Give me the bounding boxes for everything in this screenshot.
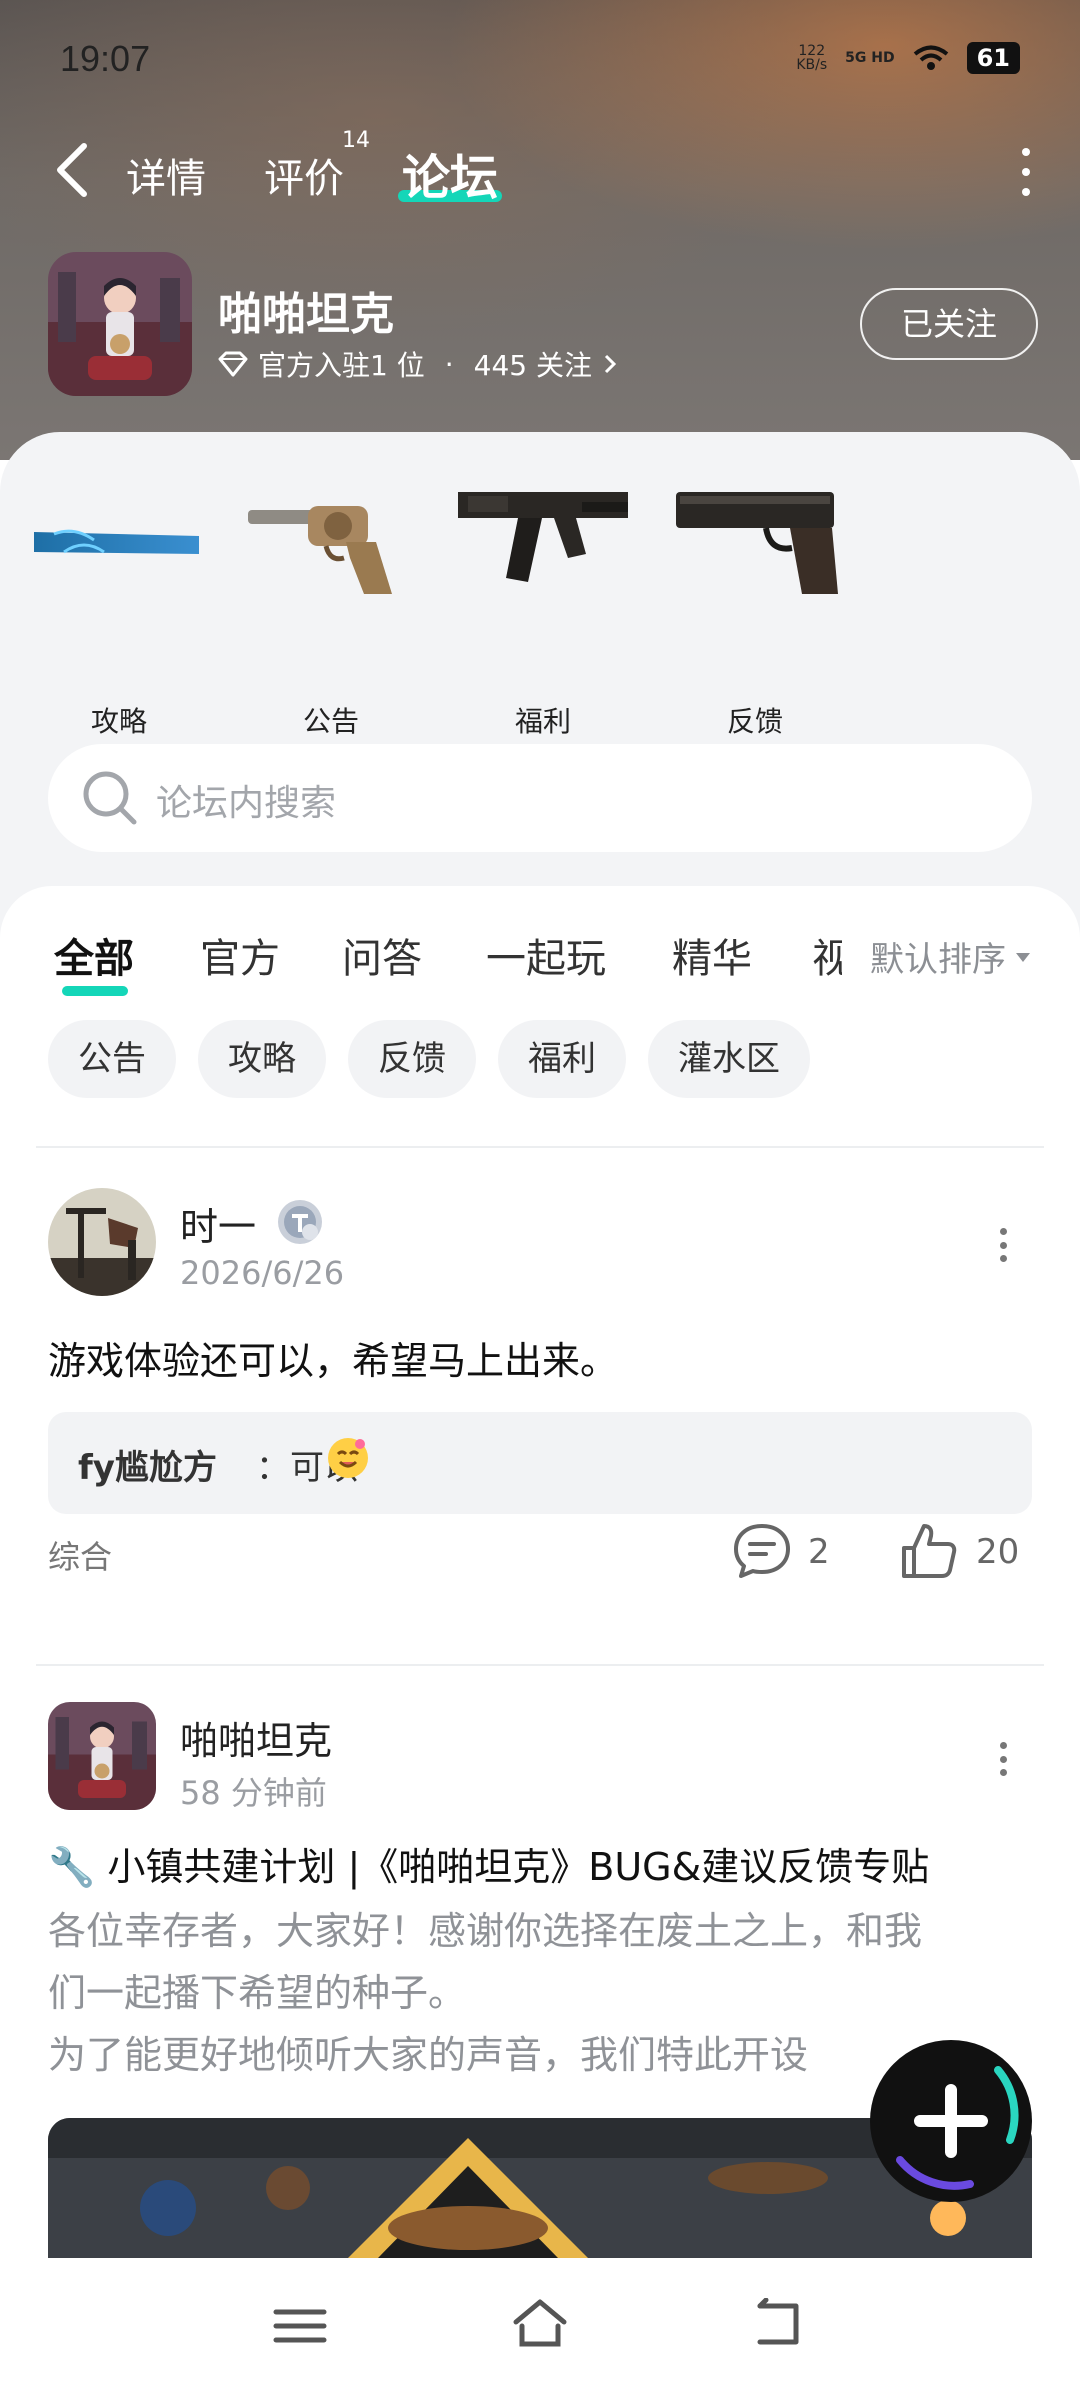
battery-indicator: 61 xyxy=(966,42,1020,74)
meta-separator: · xyxy=(444,347,454,381)
feed-tab-clipped[interactable]: 视 xyxy=(812,926,842,984)
like-count: 20 xyxy=(976,1532,1020,1572)
feed-tab-all[interactable]: 全部 xyxy=(54,926,134,984)
tab-review[interactable]: 评价 14 xyxy=(264,128,370,204)
comment-count: 2 xyxy=(808,1532,830,1572)
game-info: 啪啪坦克 官方入驻1 位 · 445 关注 已关注 xyxy=(48,252,1038,396)
system-navigation-bar xyxy=(0,2262,1080,2388)
author-name[interactable]: 啪啪坦克 xyxy=(180,1710,332,1765)
review-count-badge: 14 xyxy=(342,128,370,153)
diamond-icon xyxy=(218,351,248,377)
sort-label: 默认排序 xyxy=(870,940,1006,980)
feed-tab-featured[interactable]: 精华 xyxy=(672,926,752,984)
category-label: 攻略 xyxy=(90,705,147,738)
category-benefits[interactable]: 福利 xyxy=(458,482,628,738)
more-options-icon[interactable] xyxy=(1018,148,1034,196)
feed-tab-official[interactable]: 官方 xyxy=(200,926,280,984)
category-announcement[interactable]: 公告 xyxy=(246,482,416,738)
signal-icon: 5G HD xyxy=(845,50,895,66)
category-label: 福利 xyxy=(514,705,571,738)
divider xyxy=(36,1664,1044,1666)
plus-icon xyxy=(896,2066,1019,2190)
category-label: 反馈 xyxy=(726,705,783,738)
post-header[interactable]: 时一 2026/6/26 xyxy=(48,1188,1038,1298)
tab-forum[interactable]: 论坛 xyxy=(402,138,498,208)
category-feedback[interactable]: 反馈 xyxy=(670,482,840,738)
post-more-icon[interactable] xyxy=(1000,1742,1010,1776)
rifle-icon xyxy=(458,492,628,582)
post-time: 2026/6/26 xyxy=(180,1254,345,1292)
tab-review-label: 评价 xyxy=(264,156,344,202)
follower-count: 445 关注 xyxy=(473,349,592,382)
divider xyxy=(36,1146,1044,1148)
post-content[interactable]: 游戏体验还可以，希望马上出来。 xyxy=(48,1330,1038,1385)
back-arrow-icon[interactable] xyxy=(48,140,98,200)
post-title[interactable]: 🔧 小镇共建计划 |《啪啪坦克》BUG&建议反馈专贴 xyxy=(48,1836,1058,1891)
game-meta[interactable]: 官方入驻1 位 · 445 关注 xyxy=(218,344,618,384)
author-name[interactable]: 时一 xyxy=(180,1196,256,1251)
caret-down-icon xyxy=(1016,952,1030,962)
status-indicators: 122 KB/s 5G HD 61 xyxy=(796,42,1020,74)
home-icon[interactable] xyxy=(510,2296,570,2350)
feed-tab-qa[interactable]: 问答 xyxy=(342,926,422,984)
chip-benefits[interactable]: 福利 xyxy=(498,1020,626,1098)
avatar[interactable] xyxy=(48,1188,156,1296)
category-row: 攻略 公告 福利 反馈 xyxy=(34,482,1034,738)
blush-emoji-icon xyxy=(328,1438,368,1478)
follow-button[interactable]: 已关注 xyxy=(860,288,1038,360)
game-icon[interactable] xyxy=(48,252,192,396)
post-footer: 综合 2 20 xyxy=(48,1522,1038,1582)
post-time: 58 分钟前 xyxy=(180,1774,327,1812)
chip-chat[interactable]: 灌水区 xyxy=(648,1020,810,1098)
category-label: 公告 xyxy=(302,705,359,738)
feed-tab-indicator xyxy=(62,986,128,996)
top-navigation: 详情 评价 14 论坛 xyxy=(0,128,1080,210)
tab-detail[interactable]: 详情 xyxy=(126,146,206,204)
forum-search-bar[interactable]: 论坛内搜索 xyxy=(48,744,1032,852)
revolver-icon xyxy=(248,506,392,594)
post-more-icon[interactable] xyxy=(1000,1228,1010,1262)
wifi-icon xyxy=(913,45,948,70)
back-icon[interactable] xyxy=(752,2298,806,2348)
thumbs-up-icon[interactable] xyxy=(900,1522,958,1580)
top-reply[interactable]: fy尴尬方 ：可以 xyxy=(48,1412,1032,1514)
search-input[interactable]: 论坛内搜索 xyxy=(156,774,336,826)
chip-guide[interactable]: 攻略 xyxy=(198,1020,326,1098)
post-header[interactable]: 啪啪坦克 58 分钟前 xyxy=(48,1702,1038,1812)
game-title: 啪啪坦克 xyxy=(218,289,394,340)
post-category-tag[interactable]: 综合 xyxy=(48,1532,112,1578)
search-icon xyxy=(83,771,137,825)
pistol-icon xyxy=(676,492,838,594)
reply-author: fy尴尬方 xyxy=(78,1448,217,1488)
feed-filter-tabs: 全部 官方 问答 一起玩 精华 视 默认排序 xyxy=(0,926,1080,1016)
feed-tab-play-together[interactable]: 一起玩 xyxy=(486,926,606,984)
chevron-right-icon xyxy=(604,354,617,374)
sort-dropdown[interactable]: 默认排序 xyxy=(870,932,1032,981)
official-count: 官方入驻1 位 xyxy=(258,349,425,382)
create-post-button[interactable] xyxy=(870,2040,1032,2202)
status-time: 19:07 xyxy=(60,38,151,79)
category-guide[interactable]: 攻略 xyxy=(34,482,204,738)
topic-chips: 公告 攻略 反馈 福利 灌水区 xyxy=(48,1020,810,1100)
avatar[interactable] xyxy=(48,1702,156,1810)
header-background: 19:07 122 KB/s 5G HD 61 详情 评价 14 论坛 啪啪坦克… xyxy=(0,0,1080,460)
comment-icon[interactable] xyxy=(732,1522,792,1580)
menu-icon[interactable] xyxy=(272,2306,328,2346)
level-badge-icon xyxy=(278,1200,322,1244)
chip-announcement[interactable]: 公告 xyxy=(48,1020,176,1098)
chip-feedback[interactable]: 反馈 xyxy=(348,1020,476,1098)
bat-icon xyxy=(34,529,199,554)
status-bar: 19:07 122 KB/s 5G HD 61 xyxy=(0,0,1080,110)
network-speed: 122 KB/s xyxy=(796,43,828,73)
